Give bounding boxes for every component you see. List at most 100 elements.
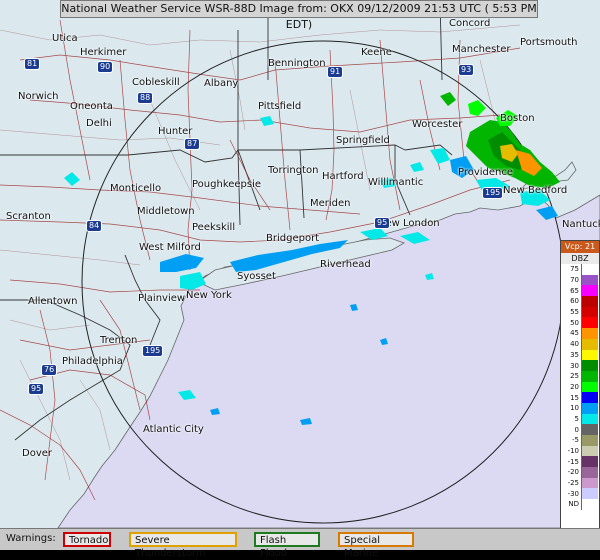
warning-tornado-button[interactable]: Tornado xyxy=(63,532,111,547)
city-label: Oneonta xyxy=(70,101,113,112)
legend-color-swatch xyxy=(581,499,598,510)
warning-severe-thunderstorm-button[interactable]: Severe Thunderstorm xyxy=(129,532,237,559)
city-label: Worcester xyxy=(412,119,463,130)
legend-value-label: 45 xyxy=(570,329,579,338)
city-label: Springfield xyxy=(336,135,390,146)
legend-color-swatch xyxy=(581,381,598,393)
legend-color-swatch xyxy=(581,445,598,457)
interstate-shield: 76 xyxy=(41,364,58,376)
interstate-shield: 81 xyxy=(24,58,41,70)
city-label: West Milford xyxy=(139,242,201,253)
radar-map: National Weather Service WSR-88D Image f… xyxy=(0,0,600,559)
city-label: Riverhead xyxy=(320,259,371,270)
city-label: Plainview xyxy=(138,293,186,304)
legend-row: 55 xyxy=(561,306,599,318)
city-label: Boston xyxy=(500,113,535,124)
legend-value-label: -5 xyxy=(572,436,579,445)
basemap-svg xyxy=(0,0,600,529)
warning-flash-flood-button[interactable]: Flash Flood xyxy=(254,532,320,559)
legend-value-label: 10 xyxy=(570,404,579,413)
legend-value-label: 35 xyxy=(570,350,579,359)
interstate-shield: 84 xyxy=(86,220,103,232)
city-label: Trenton xyxy=(100,335,138,346)
city-label: Bridgeport xyxy=(266,233,320,244)
legend-color-swatch xyxy=(581,456,598,468)
legend-color-swatch xyxy=(581,285,598,297)
warnings-bar: Warnings: Tornado Severe Thunderstorm Fl… xyxy=(0,528,600,559)
city-label: Bennington xyxy=(268,58,326,69)
legend-value-label: 20 xyxy=(570,382,579,391)
city-label: Pittsfield xyxy=(258,101,302,112)
city-label: Keene xyxy=(361,47,392,58)
city-label: Willimantic xyxy=(368,177,424,188)
legend-row: 5 xyxy=(561,413,599,425)
legend-color-swatch xyxy=(581,338,598,350)
city-label: Allentown xyxy=(28,296,78,307)
city-label: Poughkeepsie xyxy=(192,179,262,190)
legend-value-label: 5 xyxy=(574,414,579,423)
legend-row: -5 xyxy=(561,435,599,446)
legend-row: -10 xyxy=(561,445,599,457)
legend-value-label: 0 xyxy=(574,425,579,434)
legend-color-swatch xyxy=(581,370,598,382)
legend-value-label: 30 xyxy=(570,361,579,370)
legend-row: 0 xyxy=(561,424,599,435)
city-label: Cobleskill xyxy=(132,77,180,88)
legend-value-label: 55 xyxy=(570,308,579,317)
legend-row: 45 xyxy=(561,328,599,339)
legend-value-label: 75 xyxy=(570,265,579,274)
legend-row: -15 xyxy=(561,456,599,468)
legend-color-swatch xyxy=(581,435,598,446)
legend-color-swatch xyxy=(581,349,598,361)
city-label: Atlantic City xyxy=(143,424,204,435)
city-label: Philadelphia xyxy=(62,356,123,367)
legend-unit-label: DBZ xyxy=(561,253,599,264)
legend-color-swatch xyxy=(581,488,598,500)
legend-value-label: 50 xyxy=(570,318,579,327)
legend-value-label: 25 xyxy=(570,372,579,381)
legend-row: -30 xyxy=(561,488,599,500)
legend-value-label: -15 xyxy=(567,457,579,466)
legend-row: -20 xyxy=(561,467,599,478)
legend-value-label: ND xyxy=(568,500,579,509)
warnings-label: Warnings: xyxy=(6,533,56,544)
city-label: Utica xyxy=(52,33,78,44)
city-label: Portsmouth xyxy=(520,37,578,48)
city-label: Hartford xyxy=(322,171,364,182)
legend-value-label: 15 xyxy=(570,393,579,402)
legend-color-swatch xyxy=(581,360,598,371)
interstate-shield: 195 xyxy=(142,345,164,357)
warning-special-marine-button[interactable]: Special Marine xyxy=(338,532,414,559)
legend-color-swatch xyxy=(581,274,598,286)
city-label: Manchester xyxy=(452,44,511,55)
legend-value-label: 60 xyxy=(570,297,579,306)
city-label: Dover xyxy=(22,448,52,459)
legend-color-swatch xyxy=(581,264,598,275)
legend-color-swatch xyxy=(581,477,598,489)
legend-color-swatch xyxy=(581,467,598,478)
city-label: Syosset xyxy=(237,271,276,282)
legend-color-swatch xyxy=(581,413,598,425)
city-label: Nantucket xyxy=(562,219,600,230)
legend-value-label: 70 xyxy=(570,276,579,285)
city-label: Hunter xyxy=(158,126,193,137)
city-label: Albany xyxy=(204,78,239,89)
legend-scale: 75 70 65 60 55 50 45 40 35 30 25 20 15 10 5 0 -5 -10 -15 -2… xyxy=(561,264,599,510)
legend-color-swatch xyxy=(581,296,598,307)
legend-row: 15 xyxy=(561,392,599,403)
reflectivity-legend: Vcp: 21 DBZ 75 70 65 60 55 50 45 40 35 30 25 20 15 10… xyxy=(560,240,600,542)
legend-value-label: -30 xyxy=(567,489,579,498)
legend-row: 50 xyxy=(561,317,599,329)
legend-row: 75 xyxy=(561,264,599,275)
legend-row: 10 xyxy=(561,402,599,414)
legend-value-label: -20 xyxy=(567,468,579,477)
city-label: Meriden xyxy=(310,198,351,209)
city-label: Concord xyxy=(449,18,491,29)
interstate-shield: 90 xyxy=(97,61,114,73)
legend-row: 30 xyxy=(561,360,599,371)
legend-color-swatch xyxy=(581,306,598,318)
city-label: Herkimer xyxy=(80,47,127,58)
city-label: Torrington xyxy=(268,165,319,176)
legend-color-swatch xyxy=(581,402,598,414)
interstate-shield: 88 xyxy=(137,92,154,104)
